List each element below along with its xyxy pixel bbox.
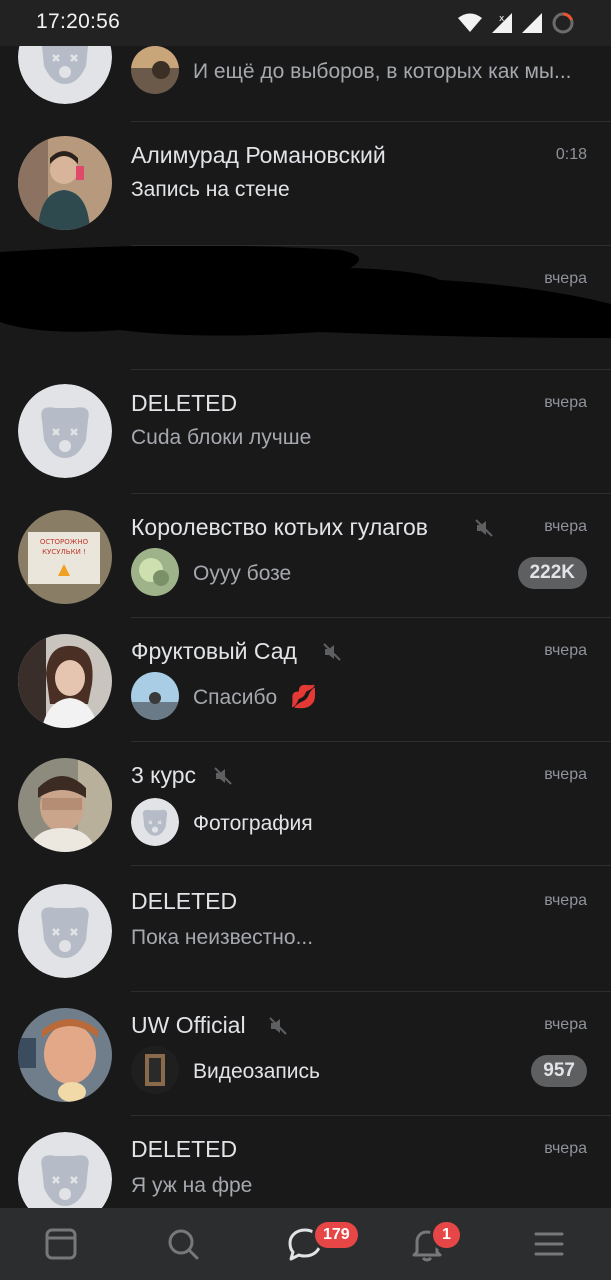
chat-subtitle: Пока неизвестно... [131, 926, 314, 949]
status-icons: x [457, 11, 575, 35]
newsfeed-icon [45, 1228, 77, 1260]
chat-subtitle: Спасибо [193, 686, 278, 709]
signal-icon: x [492, 13, 512, 33]
tab-messages[interactable]: 179 [285, 1222, 358, 1264]
chat-name: Фруктовый Сад [131, 638, 297, 664]
chat-time: вчера [544, 642, 587, 659]
sender-avatar [131, 46, 179, 94]
tab-notifications[interactable]: 1 [407, 1222, 460, 1264]
chat-row[interactable]: DELETED вчера Пока неизвестно... [0, 868, 611, 992]
avatar-deleted [18, 884, 112, 978]
unread-counter: 222K [517, 557, 587, 589]
sender-avatar [131, 548, 179, 596]
chat-name: UW Official [131, 1012, 246, 1038]
chat-name: Алимурад Романовский [131, 142, 386, 168]
mute-icon [214, 767, 232, 785]
chat-subtitle: Видеозапись [193, 1060, 320, 1083]
divider [131, 865, 611, 866]
kiss-emoji: 💋 [290, 684, 318, 709]
chat-subtitle: Cuda блоки лучше [131, 426, 312, 449]
avatar-sign-text-1: ОСТОРОЖНО [40, 538, 89, 546]
chat-time: вчера [544, 518, 587, 535]
chat-time: 0:18 [555, 146, 587, 163]
chat-subtitle: Я уж на фре [131, 1174, 253, 1197]
chat-time: вчера [544, 1016, 587, 1033]
chat-subtitle: Фотография [193, 812, 313, 835]
tab-search[interactable] [163, 1224, 203, 1264]
unread-counter: 957 [531, 1055, 587, 1087]
search-icon [168, 1229, 199, 1260]
redaction-scribble [0, 246, 611, 338]
chat-row[interactable]: 3 курс вчера Фотография [0, 742, 611, 866]
avatar-sign-text-2: КУСУЛЬКИ ! [42, 548, 86, 556]
chat-row[interactable]: Алимурад Романовский 0:18 Запись на стен… [0, 122, 611, 246]
avatar [18, 758, 112, 852]
chat-subtitle: Запись на стене [131, 178, 290, 201]
chat-name: DELETED [131, 888, 238, 914]
sender-avatar-deleted [131, 798, 179, 846]
chat-subtitle: И ещё до выборов, в которых как мы... [193, 60, 572, 83]
notifications-badge: 1 [433, 1222, 460, 1248]
status-bar: 17:20:56 x [0, 0, 611, 46]
messages-badge: 179 [315, 1222, 358, 1248]
chat-name: Королевство котьих гулагов [131, 514, 428, 540]
wifi-icon [458, 13, 482, 32]
chat-row[interactable]: DELETED вчера Cuda блоки лучше [0, 370, 611, 494]
chat-name: DELETED [131, 1136, 238, 1162]
mute-icon [475, 519, 493, 537]
chat-time: вчера [544, 892, 587, 909]
sender-avatar [131, 672, 179, 720]
mute-icon [269, 1017, 287, 1035]
tab-menu[interactable] [529, 1224, 569, 1264]
avatar-deleted [18, 384, 112, 478]
avatar [18, 634, 112, 728]
sender-avatar [131, 1046, 179, 1094]
chat-row[interactable]: ОСТОРОЖНО КУСУЛЬКИ ! Королевство котьих … [0, 494, 611, 618]
avatar [18, 136, 112, 230]
battery-icon [552, 12, 574, 34]
chat-time: вчера [544, 766, 587, 783]
avatar: ОСТОРОЖНО КУСУЛЬКИ ! [18, 510, 112, 604]
chat-name: 3 курс [131, 762, 197, 788]
chat-name: DELETED [131, 390, 238, 416]
chat-subtitle: Оууу бозе [193, 562, 292, 585]
tab-news[interactable] [41, 1224, 81, 1264]
bottom-tab-bar: 179 1 [0, 1208, 611, 1280]
menu-icon [534, 1232, 564, 1256]
mute-icon [323, 643, 341, 661]
chat-time: вчера [544, 394, 587, 411]
avatar [18, 1008, 112, 1102]
svg-text:x: x [499, 14, 505, 24]
chat-row[interactable]: Фруктовый Сад вчера Спасибо 💋 [0, 618, 611, 742]
signal-icon-2 [522, 13, 542, 33]
chat-time: вчера [544, 1140, 587, 1157]
chat-row[interactable]: UW Official вчера Видеозапись 957 [0, 992, 611, 1116]
status-time: 17:20:56 [36, 10, 121, 33]
